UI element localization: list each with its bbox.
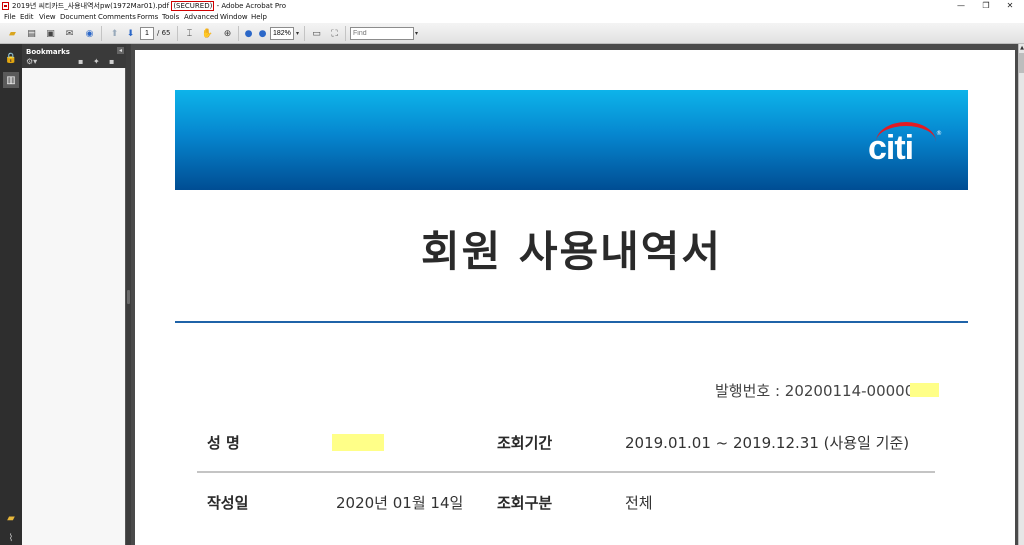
splitter-grip[interactable] [127,290,130,304]
find-input[interactable] [350,27,414,40]
created-label: 작성일 [207,494,249,512]
row-divider [197,471,935,473]
menu-comments[interactable]: Comments [98,12,136,23]
toolbar-separator [304,26,305,41]
new-bookmark-icon[interactable]: ✦ [93,57,100,67]
zoom-out-icon[interactable]: ● [241,26,256,41]
menu-tools[interactable]: Tools [162,12,179,23]
zoom-in-icon[interactable]: ● [255,26,270,41]
toolbar-separator [177,26,178,41]
issue-number: 발행번호 : 20200114-00000 [715,382,915,400]
menu-document[interactable]: Document [60,12,96,23]
secured-label: (SECURED) [171,1,215,11]
find-dropdown-icon[interactable]: ▾ [415,27,418,40]
period-label: 조회기간 [497,434,553,452]
menu-bar: File Edit View Document Comments Forms T… [0,12,1024,23]
panel-options-icon[interactable]: ◂ [117,47,124,54]
toolbar: ▰ ▤ ▣ ✉ ◉ ⬆ ⬇ / 65 ⌶ ✋ ⊕ ● ● ▾ ▭ ⛶ ▾ [0,23,1024,44]
scroll-thumb[interactable] [1019,53,1024,73]
page-number-input[interactable] [140,27,154,40]
restore-button[interactable]: ❐ [975,0,997,12]
citi-logo-text: citi [868,129,914,167]
menu-view[interactable]: View [39,12,56,23]
minimize-button[interactable]: — [950,0,972,12]
print-icon[interactable]: ▤ [24,26,39,41]
comments-icon[interactable]: ▰ [3,510,19,526]
redaction-highlight [332,434,384,451]
bookmarks-title: Bookmarks [26,48,70,56]
fit-page-icon[interactable]: ▭ [309,26,324,41]
save-icon[interactable]: ▣ [43,26,58,41]
type-label: 조회구분 [497,494,553,512]
vertical-scrollbar[interactable]: ▲ [1018,44,1024,545]
redaction-highlight [910,383,939,397]
email-icon[interactable]: ✉ [62,26,77,41]
marquee-zoom-icon[interactable]: ⊕ [220,26,235,41]
menu-advanced[interactable]: Advanced [184,12,219,23]
toolbar-separator [345,26,346,41]
pdf-file-icon [2,2,9,10]
document-viewport[interactable]: citi ® 회원 사용내역서 발행번호 : 20200114-00000 성 … [131,44,1018,545]
type-value: 전체 [625,494,653,512]
menu-edit[interactable]: Edit [20,12,34,23]
lock-icon[interactable]: 🔒 [3,50,19,66]
registered-mark-icon: ® [936,130,942,137]
zoom-input[interactable] [270,27,294,40]
title-app-name: - Adobe Acrobat Pro [214,2,287,10]
zoom-dropdown-icon[interactable]: ▾ [296,27,299,40]
toolbar-separator [238,26,239,41]
citi-banner: citi ® [175,90,968,190]
title-rule [175,321,968,323]
page-total: / 65 [157,29,171,37]
previous-page-icon[interactable]: ⬆ [107,26,122,41]
open-folder-icon[interactable]: ▰ [5,26,20,41]
delete-bookmark-icon[interactable]: ▪ [78,57,83,67]
document-title: 회원 사용내역서 [420,227,723,276]
toolbar-separator [101,26,102,41]
hand-tool-icon[interactable]: ✋ [200,26,215,41]
bookmarks-header: Bookmarks ◂ ⚙▾ ▪ ✦ ▪ [22,44,126,68]
expand-bookmark-icon[interactable]: ▪ [109,57,114,67]
next-page-icon[interactable]: ⬇ [123,26,138,41]
pdf-page: citi ® 회원 사용내역서 발행번호 : 20200114-00000 성 … [135,50,1015,545]
attachments-icon[interactable]: ⌇ [3,530,19,545]
scroll-up-icon[interactable]: ▲ [1019,44,1024,52]
bookmarks-list[interactable] [22,68,125,545]
pages-icon[interactable]: ▥ [3,72,19,88]
globe-icon[interactable]: ◉ [82,26,97,41]
title-bar: 2019년 씨티카드_사용내역서pw(1972Mar01).pdf (SECUR… [0,0,1024,12]
menu-window[interactable]: Window [220,12,248,23]
created-value: 2020년 01월 14일 [336,494,464,512]
citi-logo: citi ® [868,122,942,172]
navigation-pane: 🔒 ▥ ▰ ⌇ [0,44,22,545]
acrobat-window: 2019년 씨티카드_사용내역서pw(1972Mar01).pdf (SECUR… [0,0,1024,545]
name-label: 성 명 [207,434,240,452]
fit-width-icon[interactable]: ⛶ [327,26,342,41]
menu-file[interactable]: File [4,12,16,23]
period-value: 2019.01.01 ~ 2019.12.31 (사용일 기준) [625,434,910,452]
bookmark-options-icon[interactable]: ⚙▾ [26,57,37,67]
close-button[interactable]: ✕ [999,0,1021,12]
select-tool-icon[interactable]: ⌶ [182,26,197,41]
menu-help[interactable]: Help [251,12,267,23]
title-filename: 2019년 씨티카드_사용내역서pw(1972Mar01).pdf [12,2,172,10]
window-title: 2019년 씨티카드_사용내역서pw(1972Mar01).pdf (SECUR… [12,0,286,12]
menu-forms[interactable]: Forms [137,12,158,23]
bookmarks-panel: Bookmarks ◂ ⚙▾ ▪ ✦ ▪ [22,44,126,545]
